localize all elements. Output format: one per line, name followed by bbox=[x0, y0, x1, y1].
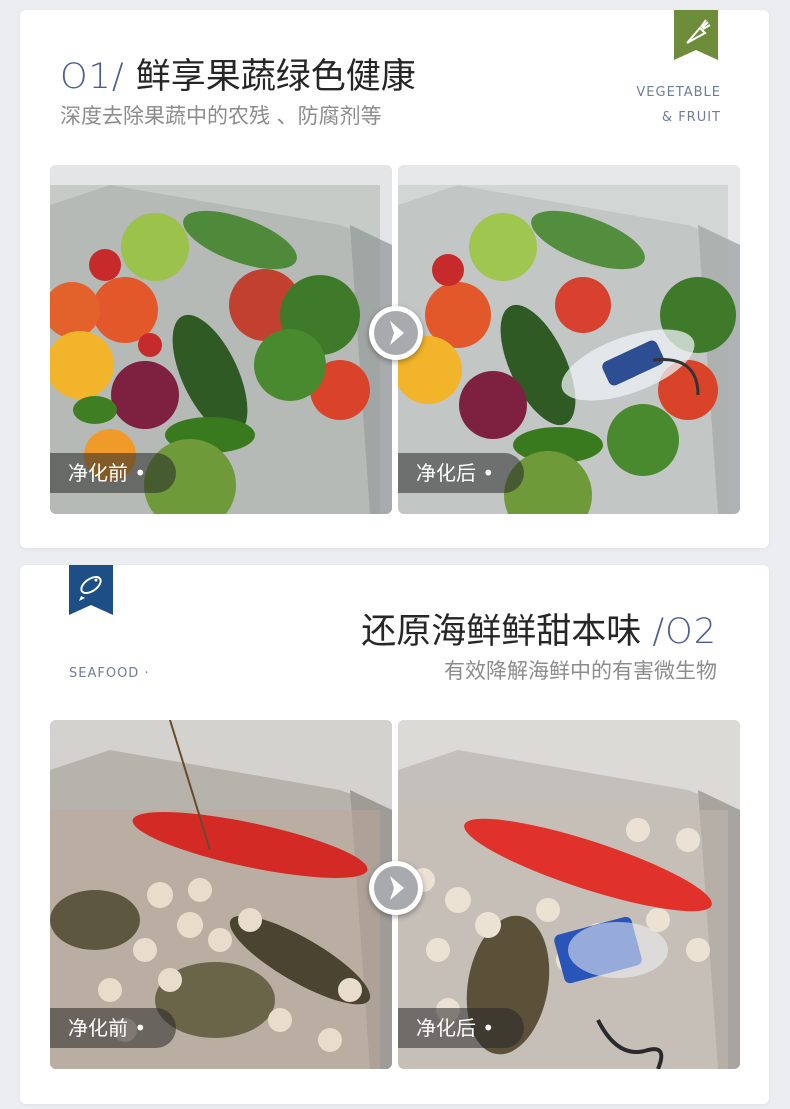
carrot-icon bbox=[674, 10, 718, 60]
vegetables-before-photo: 净化前 • bbox=[50, 165, 392, 514]
before-label: 净化前 • bbox=[50, 453, 176, 493]
fish-icon bbox=[69, 565, 113, 615]
section-heading: O1/ 鲜享果蔬绿色健康 bbox=[60, 48, 416, 99]
section-number: /O2 bbox=[652, 612, 717, 652]
chevron-right-icon bbox=[369, 306, 423, 360]
category-tag-line1: VEGETABLE bbox=[636, 85, 721, 100]
category-tag: VEGETABLE & FRUIT bbox=[636, 80, 721, 130]
vegetables-after-photo: 净化后 • bbox=[398, 165, 740, 514]
after-label: 净化后 • bbox=[398, 453, 524, 493]
chevron-right-icon bbox=[369, 861, 423, 915]
category-tag: SEAFOOD · bbox=[69, 666, 150, 681]
section-title: 还原海鲜鲜甜本味 bbox=[361, 612, 642, 652]
seafood-after-photo: 净化后 • bbox=[398, 720, 740, 1069]
section-heading: 还原海鲜鲜甜本味 /O2 bbox=[361, 603, 717, 654]
section-subtitle: 有效降解海鲜中的有害微生物 bbox=[444, 659, 717, 683]
seafood-before-photo: 净化前 • bbox=[50, 720, 392, 1069]
after-label: 净化后 • bbox=[398, 1008, 524, 1048]
section-subtitle: 深度去除果蔬中的农残 、防腐剂等 bbox=[60, 104, 382, 128]
before-label: 净化前 • bbox=[50, 1008, 176, 1048]
category-tag-line2: & FRUIT bbox=[661, 110, 721, 125]
seafood-section-card: SEAFOOD · 还原海鲜鲜甜本味 /O2 有效降解海鲜中的有害微生物 净化前… bbox=[20, 565, 769, 1104]
vegetable-section-card: O1/ 鲜享果蔬绿色健康 深度去除果蔬中的农残 、防腐剂等 VEGETABLE … bbox=[20, 10, 769, 548]
section-number: O1/ bbox=[60, 57, 125, 97]
section-title: 鲜享果蔬绿色健康 bbox=[135, 57, 416, 97]
